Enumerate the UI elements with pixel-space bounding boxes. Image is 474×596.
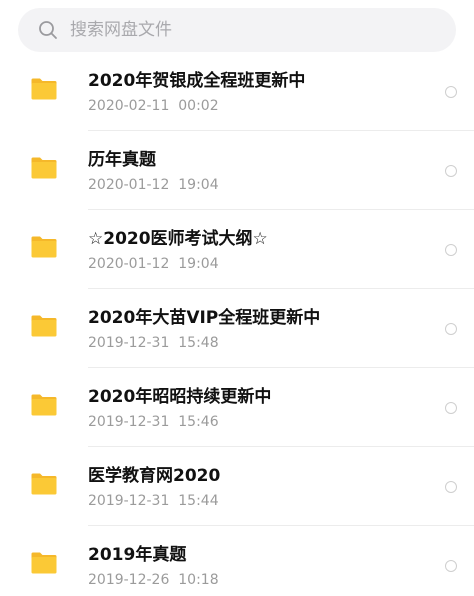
select-radio[interactable] bbox=[445, 165, 457, 177]
file-date: 2019-12-31 15:46 bbox=[88, 414, 219, 430]
file-date: 2020-02-11 00:02 bbox=[88, 98, 219, 114]
folder-icon bbox=[31, 236, 57, 258]
file-name: 2020年贺银成全程班更新中 bbox=[88, 71, 306, 91]
select-radio[interactable] bbox=[445, 481, 457, 493]
search-box[interactable] bbox=[18, 8, 456, 52]
search-icon bbox=[39, 21, 57, 39]
select-radio[interactable] bbox=[445, 560, 457, 572]
file-name: 医学教育网2020 bbox=[88, 466, 221, 486]
select-radio[interactable] bbox=[445, 323, 457, 335]
file-row[interactable]: 2020年大苗VIP全程班更新中 2019-12-31 15:48 bbox=[0, 289, 474, 368]
file-date: 2019-12-31 15:44 bbox=[88, 493, 219, 509]
file-date: 2019-12-31 15:48 bbox=[88, 335, 219, 351]
search-input[interactable] bbox=[70, 8, 440, 52]
file-name: 历年真题 bbox=[88, 150, 156, 170]
file-date: 2020-01-12 19:04 bbox=[88, 177, 219, 193]
folder-icon bbox=[31, 473, 57, 495]
file-row[interactable]: 2019年真题 2019-12-26 10:18 bbox=[0, 526, 474, 596]
file-name: ☆2020医师考试大纲☆ bbox=[88, 229, 268, 249]
file-date: 2020-01-12 19:04 bbox=[88, 256, 219, 272]
file-date: 2019-12-26 10:18 bbox=[88, 572, 219, 588]
file-list: 2020年贺银成全程班更新中 2020-02-11 00:02 历年真题 202… bbox=[0, 52, 474, 596]
select-radio[interactable] bbox=[445, 244, 457, 256]
file-row[interactable]: ☆2020医师考试大纲☆ 2020-01-12 19:04 bbox=[0, 210, 474, 289]
file-name: 2020年昭昭持续更新中 bbox=[88, 387, 272, 407]
folder-icon bbox=[31, 78, 57, 100]
file-row[interactable]: 历年真题 2020-01-12 19:04 bbox=[0, 131, 474, 210]
file-row[interactable]: 2020年贺银成全程班更新中 2020-02-11 00:02 bbox=[0, 52, 474, 131]
file-row[interactable]: 医学教育网2020 2019-12-31 15:44 bbox=[0, 447, 474, 526]
file-name: 2020年大苗VIP全程班更新中 bbox=[88, 308, 321, 328]
file-row[interactable]: 2020年昭昭持续更新中 2019-12-31 15:46 bbox=[0, 368, 474, 447]
select-radio[interactable] bbox=[445, 402, 457, 414]
select-radio[interactable] bbox=[445, 86, 457, 98]
folder-icon bbox=[31, 315, 57, 337]
folder-icon bbox=[31, 157, 57, 179]
file-name: 2019年真题 bbox=[88, 545, 187, 565]
folder-icon bbox=[31, 394, 57, 416]
file-browser-page: 2020年贺银成全程班更新中 2020-02-11 00:02 历年真题 202… bbox=[0, 0, 474, 596]
folder-icon bbox=[31, 552, 57, 574]
